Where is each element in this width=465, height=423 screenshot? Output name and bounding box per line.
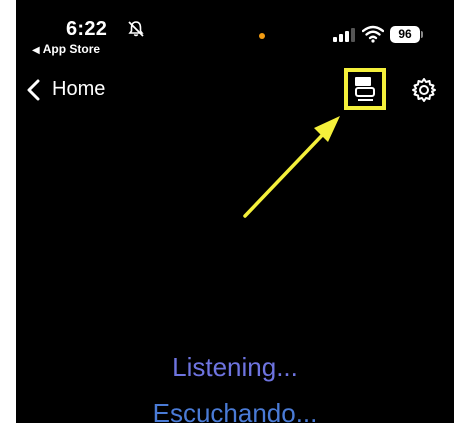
bell-slash-icon [128, 21, 144, 37]
back-label: Home [52, 78, 106, 100]
mic-indicator-dot [259, 33, 265, 39]
gear-icon[interactable] [411, 77, 437, 103]
phone-screen: 6:22 ◀ App Store 96 Home Listening... Es… [16, 0, 454, 423]
back-app-label: App Store [42, 42, 101, 56]
listening-status-es: Escuchando... [152, 398, 318, 423]
back-triangle-icon: ◀ [32, 45, 40, 56]
battery-nub [421, 31, 423, 38]
battery-level: 96 [390, 26, 420, 43]
wifi-icon [362, 25, 384, 43]
cellular-signal-icon [333, 28, 355, 42]
home-back-button[interactable]: Home [26, 78, 105, 101]
back-to-app-link[interactable]: ◀ App Store [32, 42, 100, 56]
listening-status-en: Listening... [172, 352, 298, 382]
status-time: 6:22 [66, 18, 108, 40]
subtitles-icon[interactable] [349, 73, 381, 105]
chevron-left-icon [27, 79, 40, 100]
